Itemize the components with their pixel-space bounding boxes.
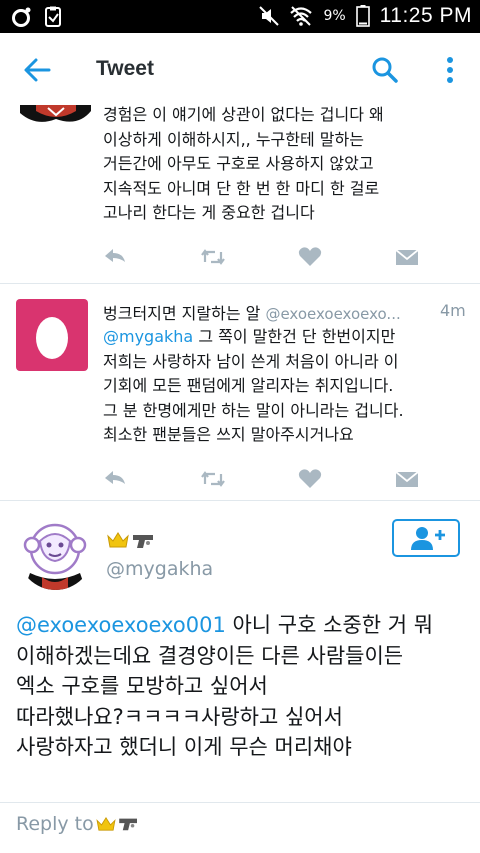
avatar[interactable]: [18, 105, 93, 127]
tweet-line: 기회에 모든 팬덤에게 알리자는 취지입니다.: [103, 376, 394, 395]
tweet-line: @mygakha 그 쪽이 말한건 단 한번이지만: [103, 325, 404, 350]
tweet-line: 최소한 팬분들은 쓰지 말아주시거나요: [103, 425, 354, 444]
wifi-off-icon: [290, 6, 313, 26]
reply-icon[interactable]: [103, 246, 129, 268]
tweet-line: 거든간에 아무도 구호로 사용하지 않았고: [103, 154, 374, 173]
like-icon[interactable]: [297, 246, 323, 268]
direct-message-icon[interactable]: [394, 468, 420, 490]
avatar[interactable]: [16, 299, 88, 371]
tweet-line: 그 분 한명에게만 하는 말이 아니라는 겁니다.: [103, 400, 404, 420]
page-title: Tweet: [96, 57, 154, 80]
tweet-line: 지속적도 아니며 단 한 번 한 마디 한 걸로: [103, 178, 380, 198]
battery-icon: [355, 5, 370, 27]
like-icon[interactable]: [297, 468, 323, 490]
search-icon[interactable]: [370, 55, 400, 85]
tweet-line: 이상하게 이해하시지,, 누구한테 말하는: [103, 129, 364, 149]
tweet-body: 경험은 이 얘기에 상관이 없다는 겁니다 왜 이상하게 이해하시지,, 누구한…: [103, 103, 384, 226]
mention-link[interactable]: @exoexoexoexo001: [16, 613, 226, 637]
mute-icon: [259, 6, 280, 26]
status-bar: 9% 11:25 PM: [0, 0, 480, 33]
tweet-line: 경험은 이 얘기에 상관이 없다는 겁니다 왜: [103, 105, 384, 124]
reply-icon[interactable]: [103, 468, 129, 490]
tweet-line: 저희는 사랑하자 남이 쓴게 처음이 아니라 이: [103, 351, 399, 371]
egg-icon: [36, 317, 68, 359]
tweet-actions: [103, 468, 423, 492]
overflow-menu-icon[interactable]: [440, 55, 460, 85]
gun-icon: [119, 818, 137, 831]
reply-composer[interactable]: Reply to: [0, 803, 480, 853]
battery-percent: 9%: [323, 8, 346, 24]
add-user-icon: [411, 527, 445, 550]
app-bar: Tweet: [0, 33, 480, 105]
author-handle[interactable]: @mygakha: [106, 558, 213, 580]
follow-button[interactable]: [392, 519, 460, 557]
tweet-line: 이해하겠는데요 결경양이든 다른 사람들이든: [16, 643, 404, 668]
settings-circle-icon: [12, 7, 31, 27]
tweet-line: 사랑하자고 했더니 이게 무슨 머리채야: [16, 735, 352, 759]
tweet-line: 엑소 구호를 모방하고 싶어서: [16, 674, 268, 698]
mention-link[interactable]: @mygakha: [103, 327, 193, 346]
gun-icon: [133, 535, 153, 548]
tweet-actions: [103, 246, 423, 270]
tweet-body: @exoexoexoexo001 아니 구호 소중한 거 뭐 이해하겠는데요 결…: [16, 610, 433, 763]
divider: [0, 283, 480, 284]
tweet-body: @mygakha 그 쪽이 말한건 단 한번이지만 저희는 사랑하자 남이 쓴게…: [103, 325, 404, 448]
tweet-line: 고나리 한다는 게 중요한 겁니다: [103, 203, 315, 222]
clock: 11:25 PM: [379, 4, 472, 27]
avatar[interactable]: [18, 515, 93, 590]
retweet-icon[interactable]: [200, 468, 226, 490]
retweet-icon[interactable]: [200, 246, 226, 268]
divider: [0, 500, 480, 501]
author-handle[interactable]: @exoexoexoexo...: [265, 305, 400, 323]
back-arrow-icon[interactable]: [22, 55, 52, 85]
monkey-avatar-icon: [23, 523, 87, 590]
reply-placeholder[interactable]: Reply to: [16, 813, 94, 835]
tweet-line-text: 아니 구호 소중한 거 뭐: [225, 613, 434, 637]
tweet-line: @exoexoexoexo001 아니 구호 소중한 거 뭐: [16, 610, 433, 641]
crown-icon: [96, 816, 116, 831]
tweet-timestamp: 4m: [440, 301, 466, 320]
crown-icon: [107, 532, 129, 548]
clipboard-icon: [45, 6, 61, 27]
author-name[interactable]: 벙크터지면 지랄하는 알: [103, 304, 260, 323]
direct-message-icon[interactable]: [394, 246, 420, 268]
tweet-header: 벙크터지면 지랄하는 알 @exoexoexoexo...: [103, 300, 401, 324]
tweet-line: 따라했나요?ㅋㅋㅋㅋ사랑하고 싶어서: [16, 704, 343, 729]
tweet-line-text: 그 쪽이 말한건 단 한번이지만: [193, 327, 396, 346]
